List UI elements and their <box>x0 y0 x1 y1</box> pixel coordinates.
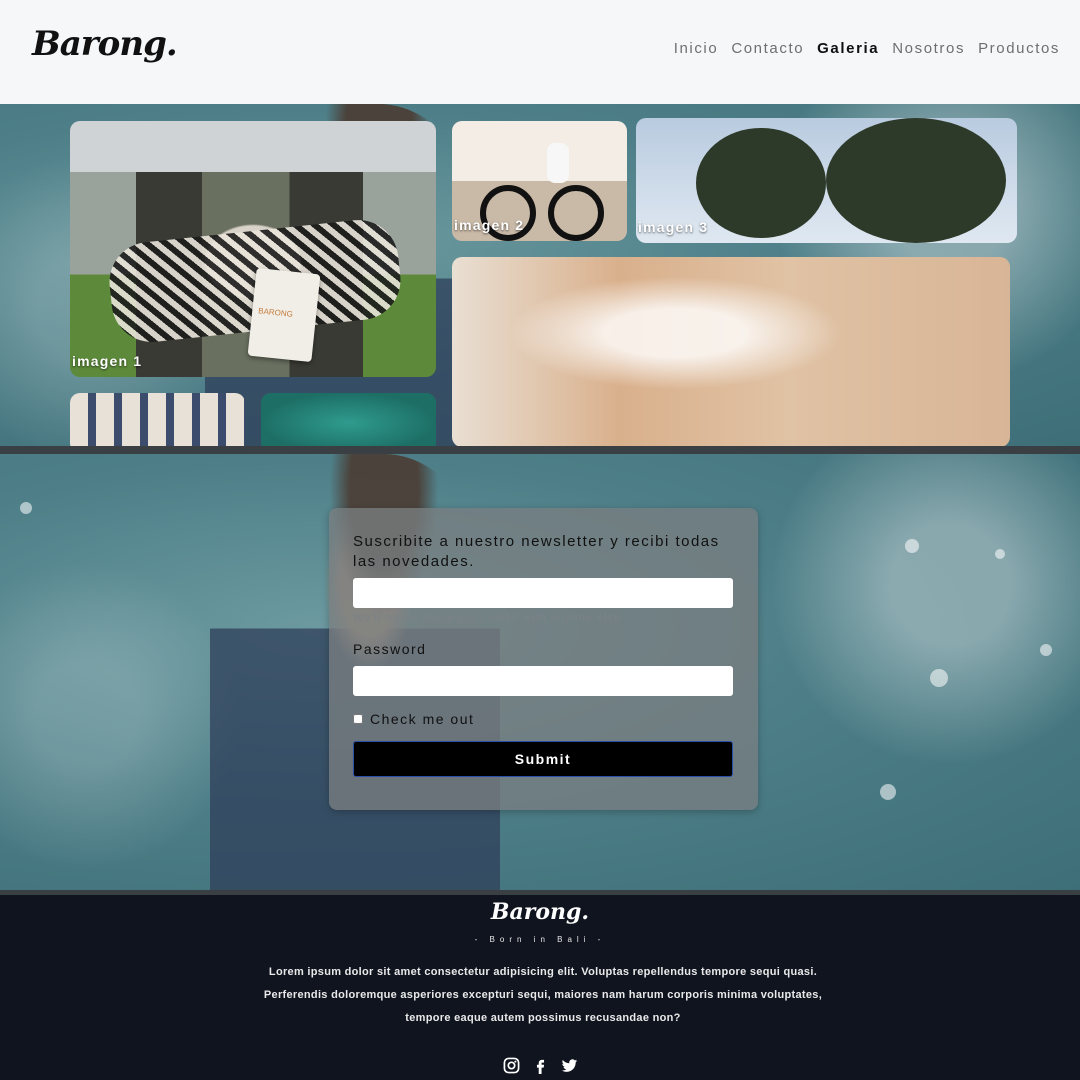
email-hint: We'll never share your email with anyone… <box>353 612 626 624</box>
nav-productos[interactable]: Productos <box>978 40 1060 57</box>
sparkle-decoration <box>1040 644 1052 656</box>
email-field[interactable] <box>353 578 733 608</box>
submit-button[interactable]: Submit <box>353 741 733 777</box>
sparkle-decoration <box>995 549 1005 559</box>
gallery-image-4[interactable] <box>452 257 1010 447</box>
check-me-out-checkbox[interactable] <box>353 714 363 724</box>
palm-tree <box>826 118 1006 243</box>
gallery-image-3-label: imagen 3 <box>638 219 709 235</box>
gallery-image-5[interactable] <box>70 393 245 453</box>
newsletter-title: Suscribite a nuestro newsletter y recibi… <box>353 533 720 570</box>
footer-logo: Barong. <box>490 899 590 925</box>
password-field[interactable] <box>353 666 733 696</box>
facebook-icon[interactable] <box>532 1057 549 1074</box>
social-links <box>0 1057 1080 1074</box>
newsletter-form: Suscribite a nuestro newsletter y recibi… <box>329 508 758 810</box>
brand-logo[interactable]: Barong. <box>32 24 178 64</box>
footer-description: Lorem ipsum dolor sit amet consectetur a… <box>263 966 823 1024</box>
nav-contacto[interactable]: Contacto <box>731 40 804 57</box>
gallery-image-2[interactable]: imagen 2 <box>452 121 627 241</box>
product-tag: BARONG <box>247 267 321 363</box>
nav-inicio[interactable]: Inicio <box>674 40 719 57</box>
nav-galeria[interactable]: Galeria <box>817 40 879 57</box>
sparkle-decoration <box>930 669 948 687</box>
sparkle-decoration <box>20 502 32 514</box>
password-label: Password <box>353 641 427 657</box>
sparkle-decoration <box>880 784 896 800</box>
rider-figure <box>547 143 569 183</box>
gallery-image-1[interactable]: BARONG imagen 1 <box>70 121 436 377</box>
section-divider <box>0 446 1080 454</box>
twitter-icon[interactable] <box>561 1057 578 1074</box>
motorbike-wheel <box>548 185 604 241</box>
gallery-image-6[interactable] <box>261 393 436 453</box>
check-me-out-label[interactable]: Check me out <box>370 711 474 727</box>
main-nav: Inicio Contacto Galeria Nosotros Product… <box>674 40 1060 57</box>
gallery-image-2-label: imagen 2 <box>454 217 525 233</box>
instagram-icon[interactable] <box>503 1057 520 1074</box>
site-header: Barong. Inicio Contacto Galeria Nosotros… <box>0 0 1080 104</box>
sparkle-decoration <box>905 539 919 553</box>
palm-tree <box>696 128 826 238</box>
gallery-image-3[interactable]: imagen 3 <box>636 118 1017 243</box>
check-row: Check me out <box>353 711 474 727</box>
footer-tagline: - Born in Bali - <box>474 935 606 944</box>
gallery-image-1-label: imagen 1 <box>72 353 143 369</box>
nav-nosotros[interactable]: Nosotros <box>892 40 965 57</box>
site-footer: Barong. - Born in Bali - Lorem ipsum dol… <box>0 895 1080 1080</box>
